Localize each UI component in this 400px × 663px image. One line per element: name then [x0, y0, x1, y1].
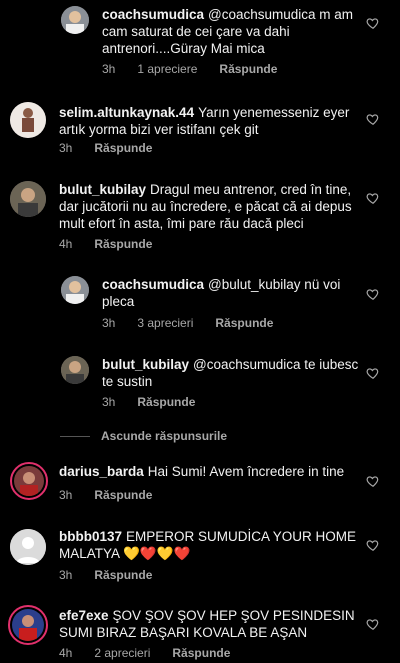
avatar[interactable]	[10, 181, 46, 217]
reply-button[interactable]: Răspunde	[172, 646, 230, 660]
likes-count[interactable]: 2 aprecieri	[94, 646, 150, 660]
avatar[interactable]	[10, 102, 46, 138]
timestamp: 3h	[59, 568, 73, 582]
timestamp: 3h	[102, 62, 116, 76]
timestamp: 3h	[102, 395, 116, 409]
comment-meta: 3h Răspunde	[102, 395, 217, 409]
reply-button[interactable]: Răspunde	[94, 141, 152, 155]
heart-icon[interactable]	[366, 112, 380, 126]
avatar[interactable]	[61, 356, 89, 384]
reply-button[interactable]: Răspunde	[219, 62, 277, 76]
heart-icon[interactable]	[366, 617, 380, 631]
heart-icon[interactable]	[366, 538, 380, 552]
avatar[interactable]	[10, 529, 46, 565]
reply-button[interactable]: Răspunde	[137, 395, 195, 409]
comment-meta: 4h Răspunde	[59, 237, 174, 251]
comment-text: bulut_kubilay @coachsumudica te iubesc te…	[102, 356, 360, 390]
reply-button[interactable]: Răspunde	[94, 568, 152, 582]
heart-icon[interactable]	[366, 474, 380, 488]
timestamp: 3h	[59, 141, 73, 155]
comment-meta: 3h 1 apreciere Răspunde	[102, 62, 299, 76]
reply-button[interactable]: Răspunde	[94, 488, 152, 502]
comment-text: efe7exe ŞOV ŞOV ŞOV HEP ŞOV PESINDESIN SU…	[59, 607, 361, 641]
comment-text: bulut_kubilay Dragul meu antrenor, cred î…	[59, 181, 361, 232]
heart-icon[interactable]	[366, 16, 380, 30]
comment-meta: 4h 2 aprecieri Răspunde	[59, 646, 252, 660]
avatar[interactable]	[61, 6, 89, 34]
avatar[interactable]	[61, 276, 89, 304]
comment-meta: 3h 3 aprecieri Răspunde	[102, 316, 295, 330]
hide-replies-divider	[60, 436, 90, 437]
username[interactable]: coachsumudica	[102, 7, 204, 22]
comment-meta: 3h Răspunde	[59, 568, 174, 582]
username[interactable]: efe7exe	[59, 608, 109, 623]
reply-button[interactable]: Răspunde	[215, 316, 273, 330]
comment-text: coachsumudica @bulut_kubilay nü voi pleca	[102, 276, 360, 310]
timestamp: 4h	[59, 237, 73, 251]
comment-body: Hai Sumi! Avem încredere in tine	[147, 464, 345, 479]
avatar[interactable]	[8, 605, 48, 645]
reply-button[interactable]: Răspunde	[94, 237, 152, 251]
username[interactable]: selim.altunkaynak.44	[59, 105, 194, 120]
timestamp: 3h	[59, 488, 73, 502]
timestamp: 3h	[102, 316, 116, 330]
username[interactable]: darius_barda	[59, 464, 144, 479]
comment-text: darius_barda Hai Sumi! Avem încredere in …	[59, 463, 361, 480]
comment-meta: 3h Răspunde	[59, 141, 174, 155]
comment-text: coachsumudica @coachsumudica m am cam sat…	[102, 6, 360, 57]
heart-icon[interactable]	[366, 366, 380, 380]
hide-replies-button[interactable]: Ascunde răspunsurile	[101, 429, 227, 443]
comment-text: bbbb0137 EMPEROR SUMUDİCA YOUR HOME MALAT…	[59, 528, 361, 562]
username[interactable]: bulut_kubilay	[59, 182, 146, 197]
timestamp: 4h	[59, 646, 73, 660]
likes-count[interactable]: 1 apreciere	[137, 62, 197, 76]
avatar[interactable]	[10, 462, 48, 500]
comment-meta: 3h Răspunde	[59, 488, 174, 502]
heart-icon[interactable]	[366, 191, 380, 205]
username[interactable]: coachsumudica	[102, 277, 204, 292]
username[interactable]: bbbb0137	[59, 529, 122, 544]
likes-count[interactable]: 3 aprecieri	[137, 316, 193, 330]
heart-icon[interactable]	[366, 287, 380, 301]
comment-text: selim.altunkaynak.44 Yarın yenemesseniz e…	[59, 104, 361, 138]
username[interactable]: bulut_kubilay	[102, 357, 189, 372]
